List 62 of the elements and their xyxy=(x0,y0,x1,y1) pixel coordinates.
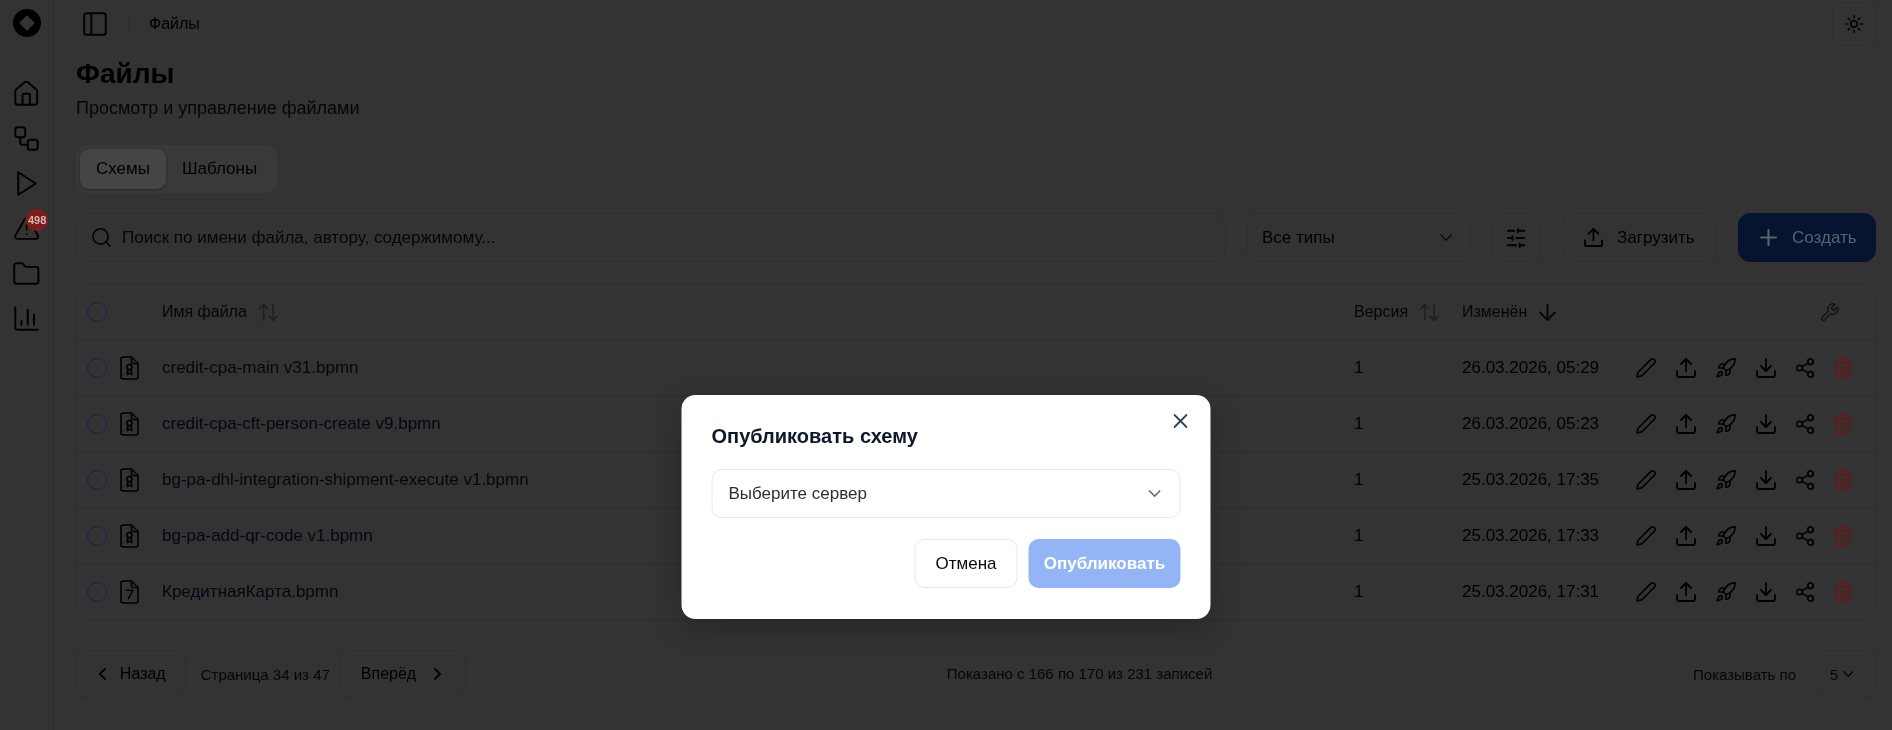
upload-icon[interactable] xyxy=(1676,413,1696,434)
upload-icon xyxy=(1584,228,1603,247)
create-button[interactable]: Создать xyxy=(1738,213,1876,262)
pencil-icon[interactable] xyxy=(1636,581,1656,602)
share-icon[interactable] xyxy=(1796,413,1815,434)
download-icon[interactable] xyxy=(1756,413,1776,434)
rocket-icon[interactable] xyxy=(1716,413,1736,434)
chevron-down-icon xyxy=(1148,490,1161,497)
sidebar-toggle-icon[interactable] xyxy=(83,12,107,36)
share-icon[interactable] xyxy=(1796,581,1815,602)
pencil-icon[interactable] xyxy=(1636,413,1656,434)
share-icon[interactable] xyxy=(1796,469,1815,490)
trash-icon[interactable] xyxy=(1834,357,1853,378)
wrench-icon xyxy=(1820,302,1839,322)
chevron-right-icon xyxy=(434,668,442,680)
sliders-icon xyxy=(1507,227,1526,248)
download-icon[interactable] xyxy=(1756,357,1776,378)
plus-icon xyxy=(1760,229,1777,246)
search-icon xyxy=(92,228,111,247)
rocket-icon[interactable] xyxy=(1716,525,1736,546)
play-icon[interactable] xyxy=(16,171,37,196)
alert-count-badge: 498 xyxy=(26,209,49,231)
trash-icon[interactable] xyxy=(1834,581,1853,602)
share-icon[interactable] xyxy=(1796,525,1815,546)
trash-icon[interactable] xyxy=(1834,469,1853,490)
pencil-icon[interactable] xyxy=(1636,469,1656,490)
trash-icon[interactable] xyxy=(1834,525,1853,546)
tab[interactable]: Шаблоны xyxy=(165,149,274,189)
trash-icon[interactable] xyxy=(1834,413,1853,434)
share-icon[interactable] xyxy=(1796,357,1815,378)
pencil-icon[interactable] xyxy=(1636,525,1656,546)
download-icon[interactable] xyxy=(1756,469,1776,490)
cancel-button[interactable]: Отмена xyxy=(914,539,1018,588)
filter-button[interactable] xyxy=(1492,213,1541,262)
rocket-icon[interactable] xyxy=(1716,469,1736,490)
logo-icon[interactable] xyxy=(12,9,41,37)
download-icon[interactable] xyxy=(1756,525,1776,546)
chevron-left-icon xyxy=(99,668,106,680)
file-badge-icon xyxy=(120,467,139,492)
dialog-title: Опубликовать схему xyxy=(711,424,919,449)
theme-toggle-button[interactable] xyxy=(1832,2,1876,46)
close-icon[interactable] xyxy=(1173,414,1188,428)
home-icon[interactable] xyxy=(14,81,39,106)
upload-icon[interactable] xyxy=(1676,357,1696,378)
chevron-down-icon xyxy=(1439,234,1452,241)
upload-icon[interactable] xyxy=(1676,581,1696,602)
folder-icon[interactable] xyxy=(13,262,40,285)
workflow-icon[interactable] xyxy=(14,126,39,151)
upload-icon[interactable] xyxy=(1676,525,1696,546)
rocket-icon[interactable] xyxy=(1716,581,1736,602)
bar-chart-icon[interactable] xyxy=(14,306,39,331)
download-icon[interactable] xyxy=(1756,581,1776,602)
chevron-down-icon xyxy=(1843,671,1854,677)
file-badge-icon xyxy=(120,411,139,436)
file-badge-icon xyxy=(120,355,139,380)
pencil-icon[interactable] xyxy=(1636,357,1656,378)
rocket-icon[interactable] xyxy=(1716,357,1736,378)
sun-icon xyxy=(1845,15,1863,33)
file-pencil-icon xyxy=(120,579,139,604)
tab[interactable]: Схемы xyxy=(80,149,166,189)
file-badge-icon xyxy=(120,523,139,548)
upload-icon[interactable] xyxy=(1676,469,1696,490)
